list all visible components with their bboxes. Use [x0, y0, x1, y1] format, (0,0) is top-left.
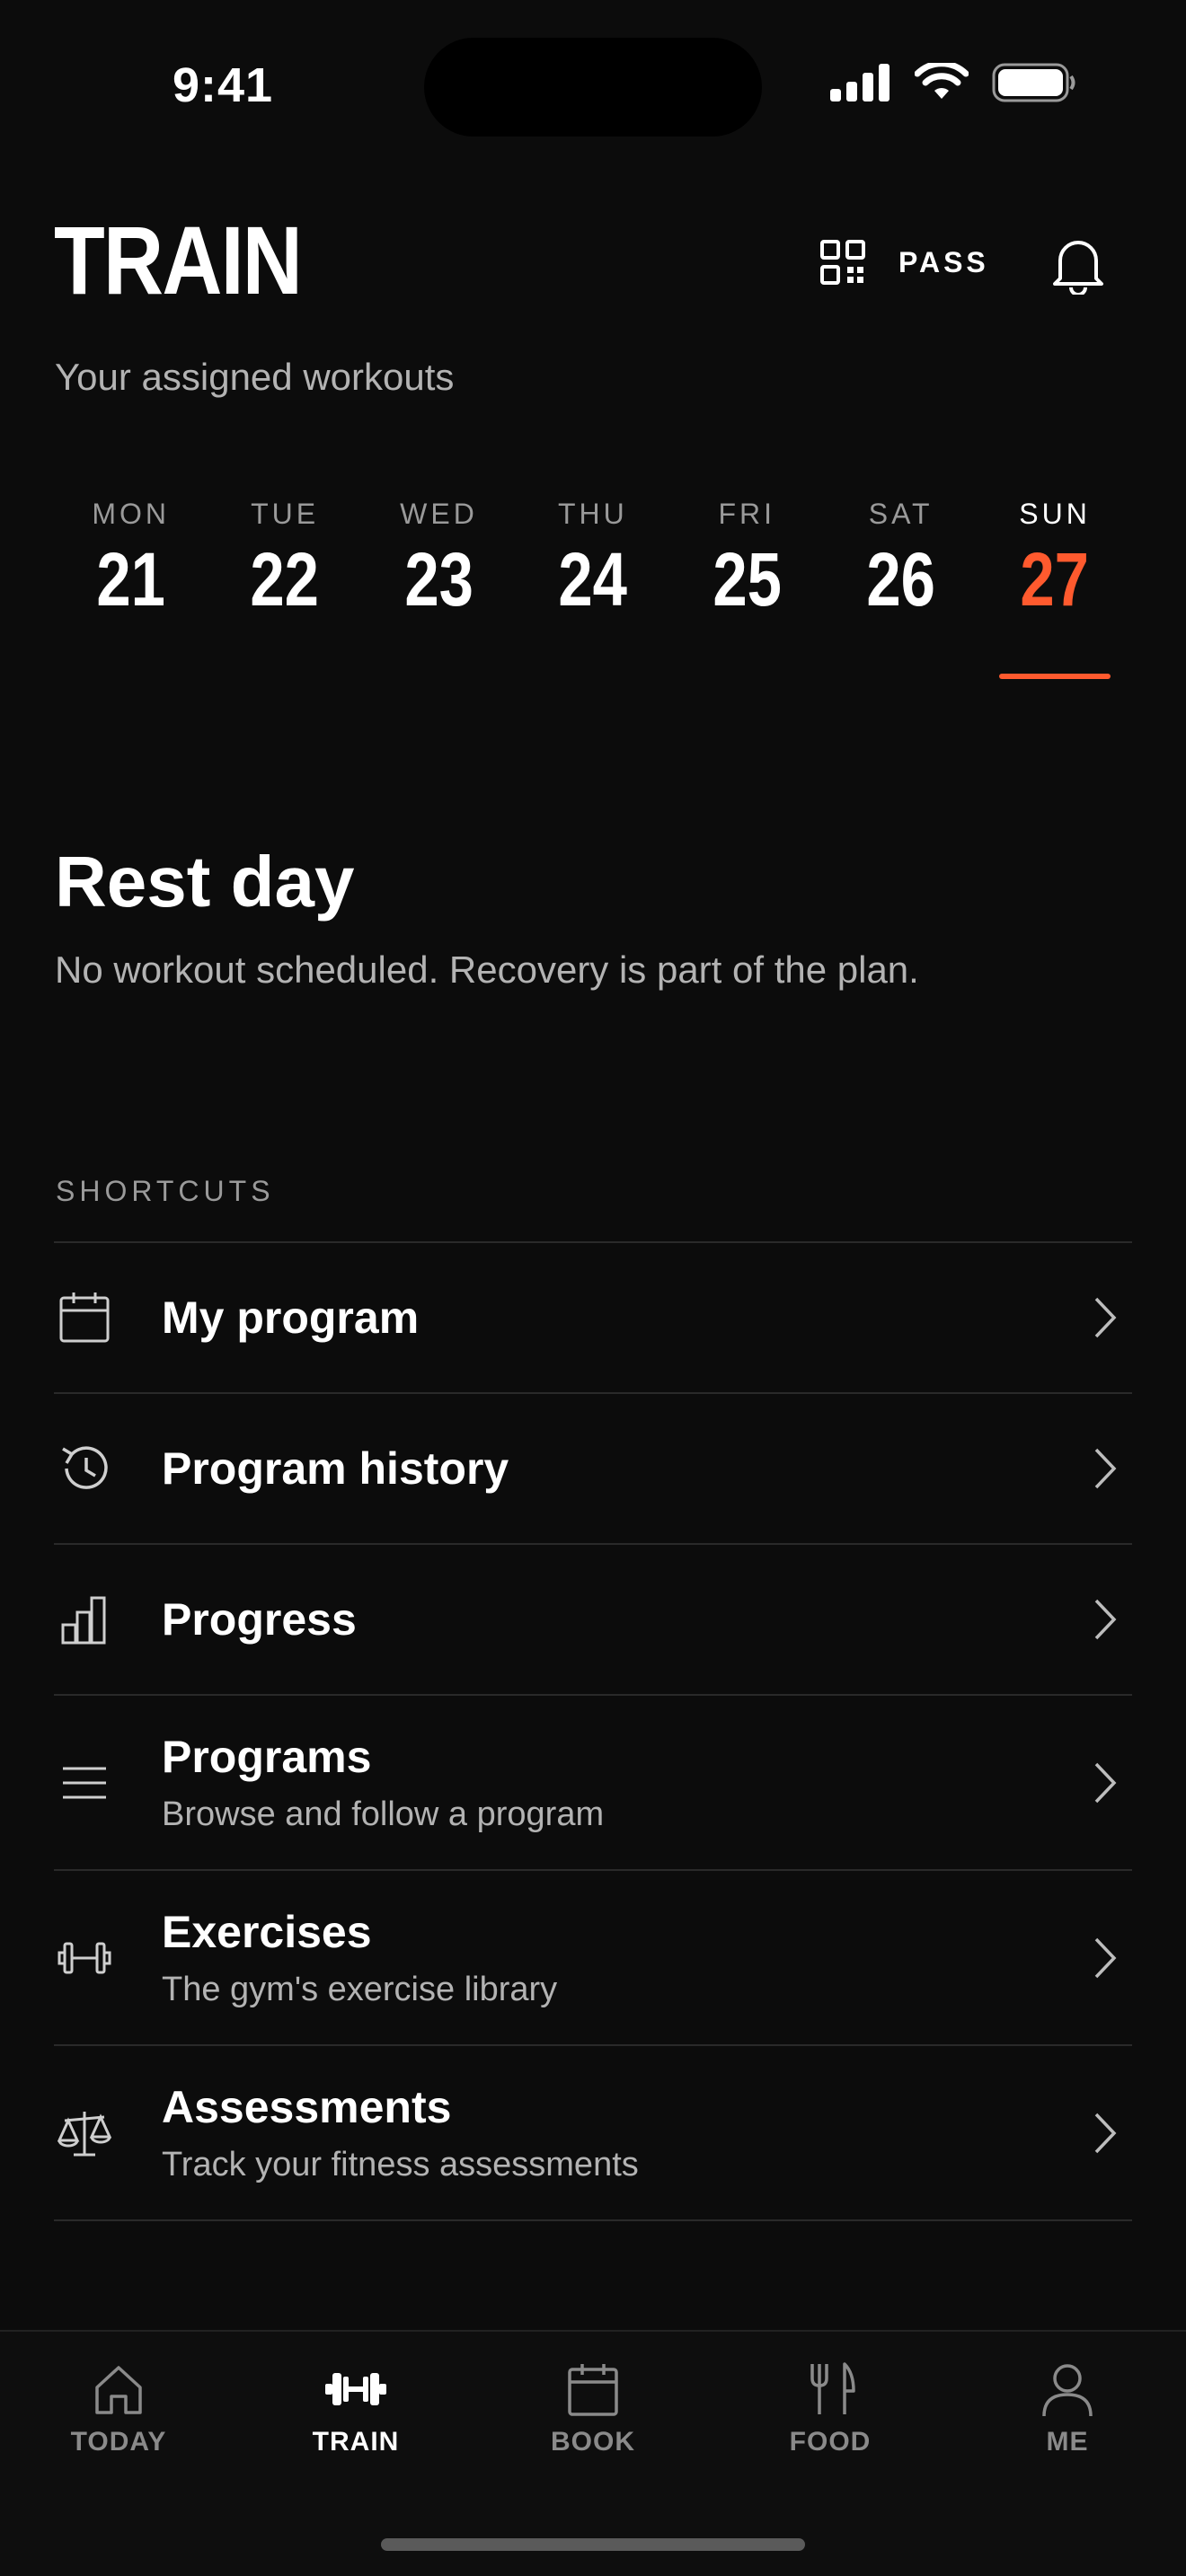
fork-knife-icon — [810, 2362, 855, 2414]
selected-day-indicator — [999, 674, 1111, 679]
pass-label: PASS — [898, 245, 989, 278]
shortcut-sublabel: Track your fitness assessments — [162, 2146, 639, 2183]
day-number: 25 — [712, 537, 782, 622]
wifi-icon — [915, 63, 969, 99]
dumbbell-icon — [58, 1942, 111, 1973]
tab-label: TODAY — [70, 2427, 167, 2457]
shortcut-label: My program — [162, 1292, 420, 1343]
chevron-right-icon — [1094, 1599, 1117, 1640]
notifications-button[interactable] — [1049, 235, 1107, 295]
rest-day-title: Rest day — [55, 842, 355, 922]
day-name: TUE — [251, 498, 320, 530]
shortcut-my-program[interactable]: My program — [54, 1243, 1132, 1394]
tab-label: TRAIN — [312, 2427, 400, 2457]
day-name: MON — [92, 498, 171, 530]
shortcut-label: Exercises — [162, 1907, 372, 1957]
tab-label: FOOD — [789, 2427, 872, 2457]
day-number: 22 — [250, 537, 320, 622]
page-subtitle: Your assigned workouts — [55, 356, 455, 398]
day-number: 21 — [96, 537, 165, 622]
bell-icon — [1053, 241, 1103, 295]
home-icon — [95, 2366, 142, 2414]
shortcuts-list: My program Program history Progress Prog… — [54, 1241, 1132, 2221]
pass-button[interactable]: PASS — [819, 239, 989, 286]
dynamic-island — [424, 38, 762, 137]
shortcut-exercises[interactable]: Exercises The gym's exercise library — [54, 1871, 1132, 2046]
tab-today[interactable]: TODAY — [0, 2332, 237, 2457]
rest-day-description: No workout scheduled. Recovery is part o… — [55, 948, 919, 991]
day-fri[interactable]: FRI 25 — [670, 490, 824, 679]
tab-label: BOOK — [551, 2427, 635, 2457]
shortcut-label: Program history — [162, 1443, 509, 1494]
day-thu[interactable]: THU 24 — [516, 490, 669, 679]
shortcuts-label: SHORTCUTS — [56, 1175, 275, 1207]
tab-food[interactable]: FOOD — [712, 2332, 949, 2457]
person-icon — [1042, 2364, 1093, 2417]
shortcut-sublabel: Browse and follow a program — [162, 1795, 605, 1833]
shortcut-assessments[interactable]: Assessments Track your fitness assessmen… — [54, 2046, 1132, 2221]
tab-me[interactable]: ME — [949, 2332, 1186, 2457]
battery-icon — [992, 63, 1075, 102]
week-strip: MON 21 TUE 22 WED 23 THU 24 FRI 25 SAT 2… — [54, 490, 1132, 679]
day-mon[interactable]: MON 21 — [54, 490, 208, 679]
chevron-right-icon — [1094, 1762, 1117, 1803]
tab-book[interactable]: BOOK — [474, 2332, 712, 2457]
shortcut-program-history[interactable]: Program history — [54, 1394, 1132, 1545]
shortcut-programs[interactable]: Programs Browse and follow a program — [54, 1696, 1132, 1871]
bar-chart-icon — [61, 1596, 106, 1645]
shortcut-label: Assessments — [162, 2082, 452, 2132]
day-sat[interactable]: SAT 26 — [824, 490, 978, 679]
status-icons — [830, 63, 1076, 102]
calendar-icon — [59, 1292, 110, 1343]
chevron-right-icon — [1094, 1937, 1117, 1978]
day-sun[interactable]: SUN 27 — [978, 490, 1131, 679]
history-icon — [62, 1446, 108, 1489]
day-name: WED — [400, 498, 478, 530]
day-number: 26 — [866, 537, 935, 622]
cellular-signal-icon — [830, 64, 890, 101]
home-indicator — [381, 2538, 805, 2551]
dumbbell-icon — [325, 2373, 386, 2405]
day-name: SUN — [1019, 498, 1091, 530]
day-name: THU — [557, 498, 628, 530]
status-time: 9:41 — [173, 58, 274, 112]
shortcut-sublabel: The gym's exercise library — [162, 1971, 558, 2008]
tab-label: ME — [1046, 2427, 1089, 2457]
day-number: 27 — [1020, 537, 1090, 622]
day-wed[interactable]: WED 23 — [362, 490, 516, 679]
day-name: SAT — [868, 498, 934, 530]
day-name: FRI — [718, 498, 776, 530]
chevron-right-icon — [1094, 1448, 1117, 1489]
chevron-right-icon — [1094, 1297, 1117, 1338]
page-title: TRAIN — [54, 206, 303, 314]
calendar-icon — [568, 2364, 618, 2416]
day-tue[interactable]: TUE 22 — [208, 490, 361, 679]
scale-icon — [58, 2111, 111, 2156]
shortcut-label: Programs — [162, 1732, 372, 1782]
day-number: 24 — [558, 537, 628, 622]
qr-code-icon — [820, 240, 865, 285]
chevron-right-icon — [1094, 2113, 1117, 2153]
menu-lines-icon — [63, 1767, 106, 1798]
day-number: 23 — [404, 537, 474, 622]
shortcut-progress[interactable]: Progress — [54, 1545, 1132, 1696]
shortcut-label: Progress — [162, 1594, 357, 1645]
tab-train[interactable]: TRAIN — [237, 2332, 474, 2457]
